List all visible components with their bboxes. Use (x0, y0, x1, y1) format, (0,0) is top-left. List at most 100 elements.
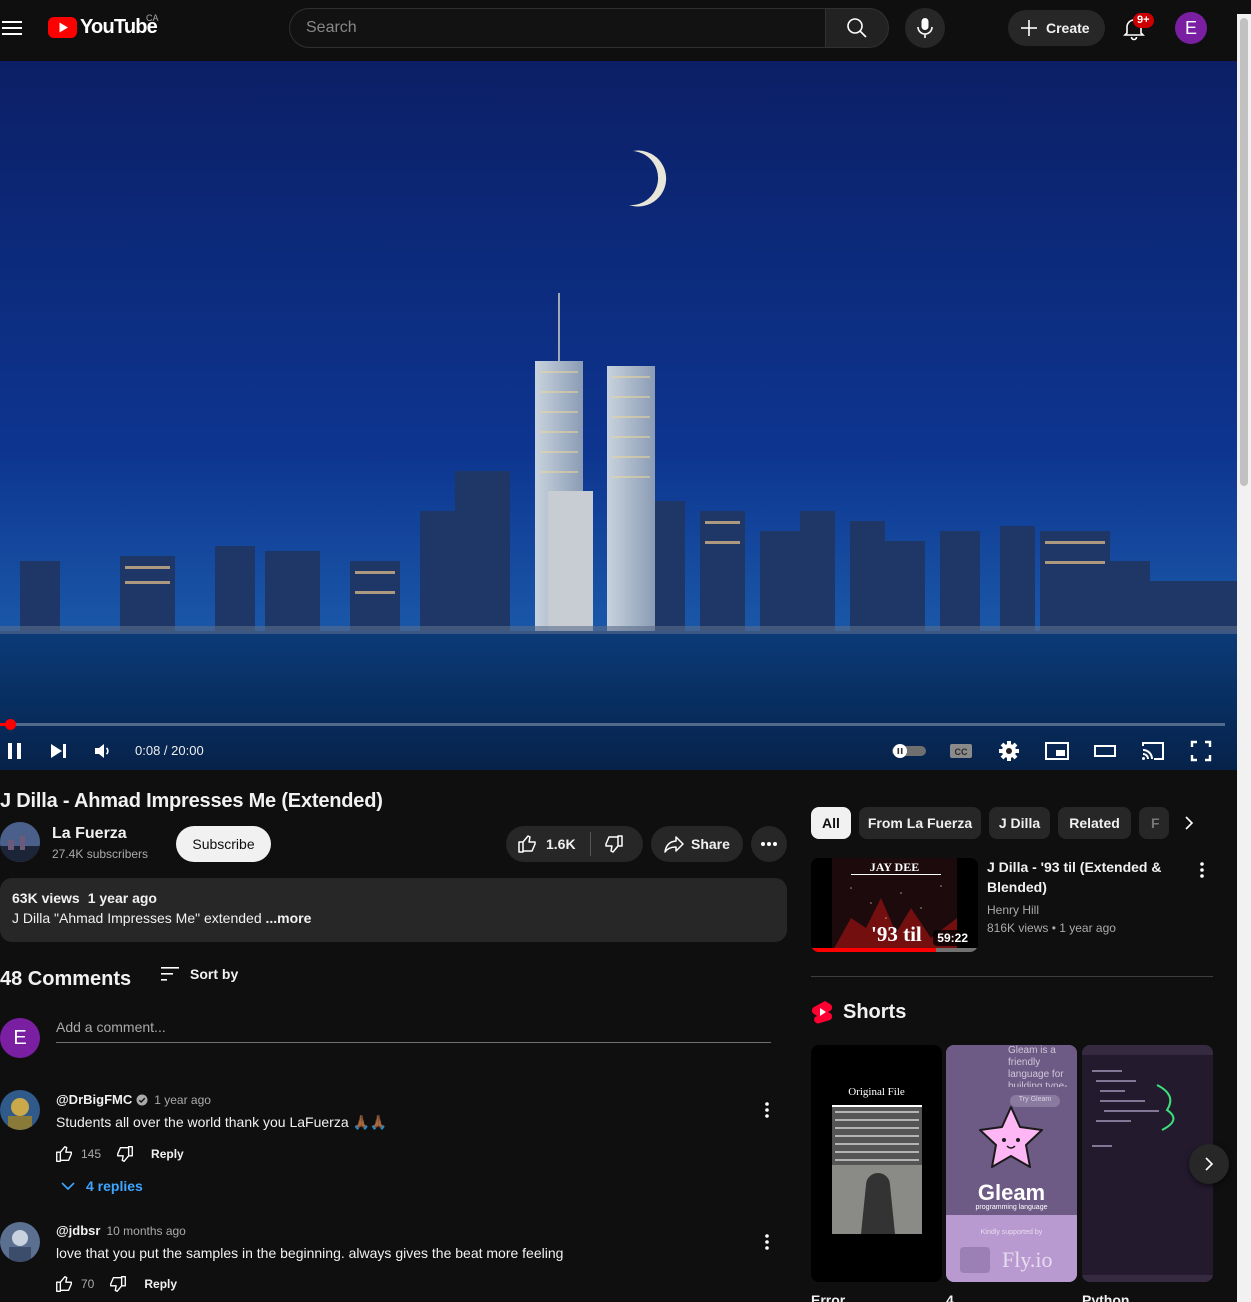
comment-avatar[interactable] (0, 1090, 40, 1130)
sort-comments-button[interactable]: Sort by (160, 966, 238, 982)
share-button[interactable]: Share (651, 826, 743, 862)
more-vertical-icon (1200, 862, 1204, 878)
short-title[interactable]: Error (811, 1292, 845, 1302)
recommended-channel[interactable]: Henry Hill (987, 903, 1039, 917)
comment-reply-button[interactable]: Reply (144, 1277, 177, 1291)
voice-search-button[interactable] (905, 8, 945, 48)
recommended-duration: 59:22 (933, 930, 972, 946)
description-box[interactable]: 63K views 1 year ago J Dilla "Ahmad Impre… (0, 878, 787, 942)
closed-captions-icon: CC (950, 744, 972, 758)
comment-actions: 70 Reply (54, 1274, 177, 1294)
comment-text: love that you put the samples in the beg… (56, 1245, 564, 1261)
comment-dislike-button[interactable] (108, 1274, 128, 1294)
mute-button[interactable] (88, 736, 118, 766)
short-title[interactable]: Python (1082, 1292, 1129, 1302)
page-scrollbar-thumb[interactable] (1240, 18, 1248, 486)
comment-avatar[interactable] (0, 1222, 40, 1262)
comment-dislike-button[interactable] (115, 1144, 135, 1164)
like-count: 1.6K (546, 836, 576, 852)
shorts-icon (811, 1001, 833, 1024)
pause-button[interactable] (0, 736, 30, 766)
comment-avatar-image (0, 1222, 40, 1262)
subtitles-button[interactable]: CC (946, 736, 976, 766)
theater-icon (1094, 745, 1116, 757)
autoplay-toggle[interactable] (892, 736, 926, 766)
comment-menu-button[interactable] (755, 1230, 779, 1254)
comment-reply-button[interactable]: Reply (151, 1147, 184, 1161)
comment-time[interactable]: 1 year ago (154, 1093, 211, 1107)
next-button[interactable] (43, 736, 73, 766)
share-label: Share (691, 836, 730, 852)
cast-icon (1142, 742, 1164, 760)
search-input[interactable] (290, 9, 826, 47)
video-player[interactable]: 0:08 / 20:00 CC (0, 61, 1237, 770)
cast-button[interactable] (1138, 736, 1168, 766)
miniplayer-icon (1045, 742, 1069, 760)
like-dislike-group: 1.6K (506, 826, 643, 862)
channel-avatar-image (0, 822, 40, 862)
seek-bar[interactable] (0, 719, 1225, 730)
short-thumbnail-title: Gleam (977, 1180, 1046, 1205)
short-thumbnail-subtitle: programming language (975, 1204, 1048, 1211)
current-time: 0:08 (135, 743, 161, 758)
create-label: Create (1046, 20, 1090, 36)
fullscreen-button[interactable] (1186, 736, 1216, 766)
volume-icon (95, 744, 109, 758)
fullscreen-icon (1190, 740, 1212, 762)
notifications-badge: 9+ (1133, 13, 1154, 28)
recommended-title[interactable]: J Dilla - '93 til (Extended & Blended) (987, 857, 1182, 897)
youtube-logo[interactable]: YouTube (48, 16, 158, 39)
verified-icon (136, 1094, 148, 1105)
recommended-thumbnail[interactable]: JAY DEE '93 til 59:22 (811, 858, 978, 952)
create-button[interactable]: Create (1008, 10, 1105, 46)
channel-avatar[interactable] (0, 822, 40, 862)
subscribe-button[interactable]: Subscribe (176, 826, 271, 862)
add-comment-input[interactable]: Add a comment... (56, 1018, 771, 1043)
short-thumbnail-sponsor-label: Kindly supported by (980, 1229, 1043, 1236)
seek-bar-handle[interactable] (4, 719, 16, 730)
comment-author-name[interactable]: @DrBigFMC (56, 1092, 132, 1107)
short-card[interactable]: Gleam is a friendly language for buildin… (946, 1045, 1077, 1282)
recommended-meta: 816K views • 1 year ago (987, 921, 1116, 935)
chip-partial[interactable]: F (1139, 807, 1169, 839)
chip-all[interactable]: All (811, 807, 851, 839)
comment-like-button[interactable] (54, 1274, 74, 1294)
menu-icon[interactable] (0, 14, 26, 42)
my-avatar: E (0, 1018, 40, 1058)
search-button[interactable] (825, 8, 889, 48)
description-more-link[interactable]: ...more (266, 910, 312, 926)
short-title[interactable]: 4 (946, 1292, 954, 1302)
comment-menu-button[interactable] (755, 1098, 779, 1122)
gear-icon (999, 741, 1019, 761)
short-card[interactable]: Original File (811, 1045, 942, 1282)
comment-time[interactable]: 10 months ago (106, 1224, 185, 1238)
short-thumbnail-text: Original File (848, 1086, 905, 1098)
settings-button[interactable] (994, 736, 1024, 766)
chips-next-button[interactable] (1177, 811, 1201, 835)
video-title: J Dilla - Ahmad Impresses Me (Extended) (0, 790, 383, 812)
miniplayer-button[interactable] (1042, 736, 1072, 766)
thumbs-up-icon (56, 1276, 72, 1292)
search-box (289, 8, 826, 48)
theater-mode-button[interactable] (1090, 736, 1120, 766)
thumbs-down-icon (110, 1276, 127, 1292)
comment-like-button[interactable] (54, 1144, 74, 1164)
like-button[interactable]: 1.6K (506, 833, 576, 855)
recommended-menu-button[interactable] (1190, 858, 1214, 882)
more-actions-button[interactable] (751, 826, 787, 862)
chip-j-dilla[interactable]: J Dilla (989, 807, 1050, 839)
account-avatar[interactable]: E (1175, 12, 1207, 44)
chip-from-channel[interactable]: From La Fuerza (859, 807, 981, 839)
view-replies-button[interactable]: 4 replies (60, 1178, 143, 1194)
chip-related[interactable]: Related (1058, 807, 1131, 839)
shorts-next-button[interactable] (1189, 1144, 1229, 1184)
dislike-button[interactable] (603, 833, 625, 855)
more-horizontal-icon (761, 842, 777, 846)
chevron-right-icon (1205, 1157, 1214, 1171)
channel-name[interactable]: La Fuerza (52, 825, 127, 843)
comment-author-name[interactable]: @jdbsr (56, 1223, 100, 1238)
comment-like-count: 70 (81, 1277, 95, 1291)
pause-icon (8, 743, 21, 759)
sort-label: Sort by (190, 966, 239, 982)
section-divider (811, 976, 1213, 977)
